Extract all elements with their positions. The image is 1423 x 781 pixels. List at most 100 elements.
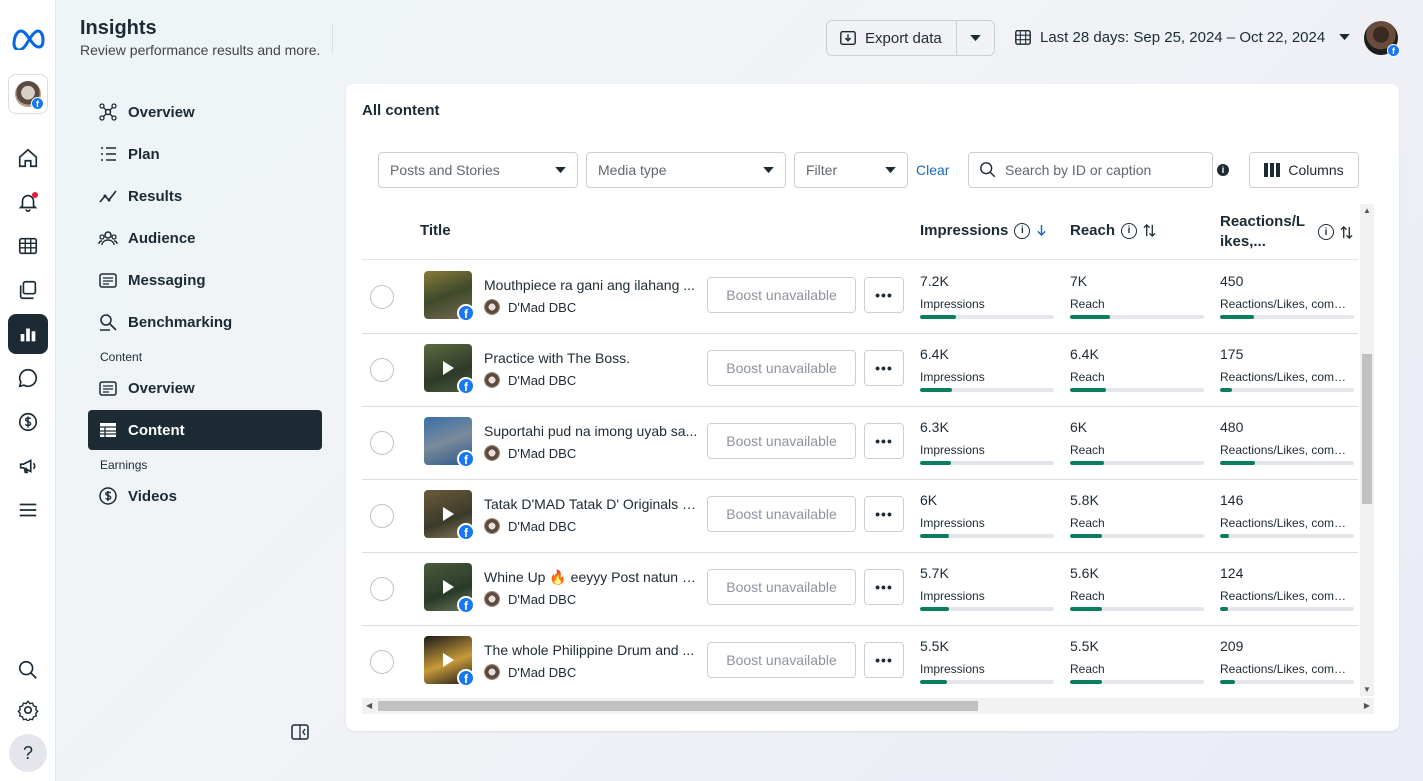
reach-cell: 6K Reach — [1070, 419, 1204, 465]
profile-avatar[interactable]: f — [1364, 21, 1400, 57]
export-data-button[interactable]: Export data — [827, 21, 957, 55]
boost-unavailable-button[interactable]: Boost unavailable — [707, 496, 856, 532]
messaging-icon — [99, 273, 117, 288]
table-row: f Practice with The Boss. D'Mad DBC Boos… — [362, 334, 1358, 407]
date-range-picker[interactable]: Last 28 days: Sep 25, 2024 – Oct 22, 202… — [1014, 28, 1350, 46]
boost-unavailable-button[interactable]: Boost unavailable — [707, 642, 856, 678]
info-icon[interactable]: i — [1014, 222, 1031, 239]
search-icon — [980, 162, 996, 178]
search-icon[interactable] — [8, 650, 48, 690]
boost-unavailable-button[interactable]: Boost unavailable — [707, 350, 856, 386]
metric-value: 5.6K — [1070, 565, 1099, 581]
metric-value: 146 — [1220, 492, 1244, 508]
filter-dropdown[interactable]: Filter — [794, 152, 908, 188]
nav-item-results[interactable]: Results — [88, 176, 322, 216]
row-select-radio[interactable] — [370, 650, 394, 674]
info-icon[interactable]: i — [1318, 224, 1334, 240]
more-options-button[interactable]: ••• — [864, 496, 904, 532]
table-row: f Mouthpiece ra gani ang ilahang ... D'M… — [362, 261, 1358, 334]
nav-item-audience[interactable]: Audience — [88, 218, 322, 258]
column-header-reactions[interactable]: Reactions/L ikes,... i — [1220, 212, 1353, 252]
dollar-icon — [99, 487, 117, 505]
more-options-button[interactable]: ••• — [864, 277, 904, 313]
boost-unavailable-button[interactable]: Boost unavailable — [707, 569, 856, 605]
boost-unavailable-button[interactable]: Boost unavailable — [707, 277, 856, 313]
column-header-title[interactable]: Title — [420, 222, 451, 239]
info-icon[interactable]: i — [1121, 222, 1138, 239]
column-header-label: Title — [420, 222, 451, 239]
home-icon[interactable] — [8, 138, 48, 178]
settings-icon[interactable] — [8, 690, 48, 730]
sort-icon[interactable] — [1143, 224, 1156, 237]
more-options-button[interactable]: ••• — [864, 642, 904, 678]
nav-item-content[interactable]: Content — [88, 410, 322, 450]
column-header-impressions[interactable]: Impressions i — [920, 222, 1047, 239]
insights-icon[interactable] — [8, 314, 48, 354]
menu-icon[interactable] — [8, 490, 48, 530]
metric-bar — [920, 607, 1054, 611]
calendar-icon — [1015, 29, 1031, 45]
column-header-reach[interactable]: Reach i — [1070, 222, 1156, 239]
notifications-icon[interactable] — [8, 182, 48, 222]
dollar-icon[interactable] — [8, 402, 48, 442]
reach-cell: 5.5K Reach — [1070, 638, 1204, 684]
info-icon[interactable]: i — [1217, 164, 1229, 176]
pages-icon[interactable] — [8, 270, 48, 310]
columns-button[interactable]: Columns — [1249, 152, 1359, 188]
nav-item-plan[interactable]: Plan — [88, 134, 322, 174]
row-select-radio[interactable] — [370, 285, 394, 309]
nav-item-videos[interactable]: Videos — [88, 476, 322, 516]
post-title[interactable]: The whole Philippine Drum and ... — [484, 642, 700, 658]
row-select-radio[interactable] — [370, 577, 394, 601]
dropdown-value: Filter — [806, 162, 838, 178]
search-input[interactable]: Search by ID or caption — [968, 152, 1213, 188]
left-rail: f ? — [0, 0, 56, 781]
post-title[interactable]: Tatak D'MAD Tatak D' Originals D... — [484, 496, 700, 512]
boost-unavailable-button[interactable]: Boost unavailable — [707, 423, 856, 459]
more-options-button[interactable]: ••• — [864, 569, 904, 605]
more-options-button[interactable]: ••• — [864, 350, 904, 386]
people-icon — [98, 231, 118, 246]
metric-label: Reach — [1070, 297, 1105, 311]
post-title[interactable]: Whine Up 🔥 eeyyy Post natun b... — [484, 569, 700, 586]
row-select-radio[interactable] — [370, 431, 394, 455]
account-avatar[interactable]: f — [8, 74, 48, 114]
reactions-cell: 450 Reactions/Likes, comm... — [1220, 273, 1354, 319]
table-icon[interactable] — [8, 226, 48, 266]
metric-label: Reactions/Likes, comm... — [1220, 370, 1354, 384]
sort-icon[interactable] — [1340, 225, 1353, 239]
page-name: D'Mad DBC — [508, 518, 577, 534]
page-title: Insights — [80, 17, 157, 39]
post-title[interactable]: Suportahi pud na imong uyab sa... — [484, 423, 700, 439]
metric-value: 7K — [1070, 273, 1088, 289]
nav-item-overview[interactable]: Overview — [88, 92, 322, 132]
metric-value: 5.5K — [920, 638, 949, 654]
sort-descending-icon[interactable] — [1036, 224, 1047, 237]
horizontal-scrollbar[interactable]: ◀ ▶ — [362, 698, 1374, 714]
nav-item-benchmarking[interactable]: Benchmarking — [88, 302, 322, 342]
nav-item-messaging[interactable]: Messaging — [88, 260, 322, 300]
megaphone-icon[interactable] — [8, 446, 48, 486]
media-type-dropdown[interactable]: Media type — [586, 152, 786, 188]
nav-item-content-overview[interactable]: Overview — [88, 368, 322, 408]
vertical-scrollbar[interactable]: ▲ ▼ — [1360, 204, 1374, 696]
more-options-button[interactable]: ••• — [864, 423, 904, 459]
meta-logo-icon[interactable] — [8, 18, 48, 58]
chat-icon[interactable] — [8, 358, 48, 398]
collapse-sidebar-icon[interactable] — [290, 722, 310, 742]
column-header-label: Reactions/L ikes,... — [1220, 213, 1305, 250]
metric-bar — [1220, 607, 1354, 611]
row-select-radio[interactable] — [370, 358, 394, 382]
export-dropdown-button[interactable] — [957, 21, 994, 55]
row-select-radio[interactable] — [370, 504, 394, 528]
post-title[interactable]: Practice with The Boss. — [484, 350, 700, 366]
posts-stories-dropdown[interactable]: Posts and Stories — [378, 152, 578, 188]
help-icon[interactable]: ? — [9, 734, 47, 772]
search-placeholder: Search by ID or caption — [1005, 162, 1152, 178]
impressions-cell: 6.4K Impressions — [920, 346, 1054, 392]
clear-filters-link[interactable]: Clear — [916, 162, 949, 178]
page-avatar — [484, 664, 500, 680]
metric-value: 6.3K — [920, 419, 949, 435]
caret-down-icon — [555, 166, 566, 173]
post-title[interactable]: Mouthpiece ra gani ang ilahang ... — [484, 277, 700, 293]
